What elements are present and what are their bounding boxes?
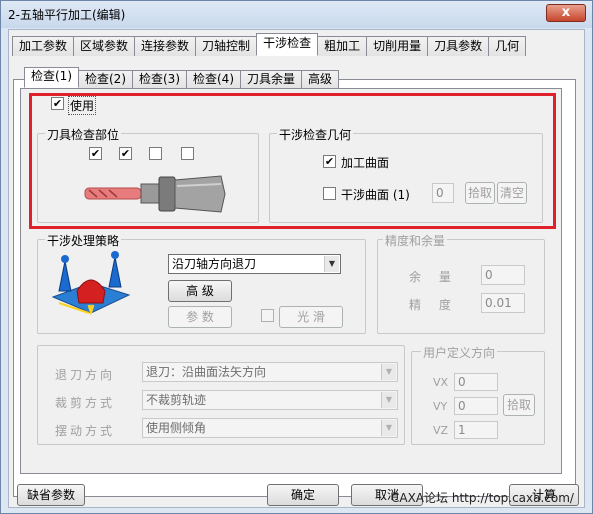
main-tab[interactable]: 区域参数 <box>73 36 136 56</box>
vx-input[interactable]: 0 <box>454 373 498 391</box>
vy-input[interactable]: 0 <box>454 397 498 415</box>
swing-method-select[interactable]: 使用侧倾角 ▼ <box>142 418 398 438</box>
chevron-down-icon[interactable]: ▼ <box>324 256 339 272</box>
advanced-button[interactable]: 高 级 <box>168 280 232 302</box>
sub-tab[interactable]: 检查(4) <box>186 70 241 88</box>
main-tab[interactable]: 刀具参数 <box>427 36 490 56</box>
precision-input[interactable]: 0.01 <box>481 293 525 313</box>
strategy-method-value: 沿刀轴方向退刀 <box>172 257 257 271</box>
vx-label: VX <box>433 376 449 389</box>
params-button[interactable]: 参 数 <box>168 306 232 328</box>
default-params-button[interactable]: 缺省参数 <box>17 484 85 506</box>
main-tab[interactable]: 连接参数 <box>134 36 197 56</box>
swing-method-label: 摆动方式 <box>55 424 116 438</box>
margin-input[interactable]: 0 <box>481 265 525 285</box>
user-direction-title: 用户定义方向 <box>421 344 498 361</box>
sub-tab[interactable]: 高级 <box>301 70 340 88</box>
vz-label: VZ <box>433 424 449 437</box>
main-tab[interactable]: 粗加工 <box>317 36 368 56</box>
strategy-method-select[interactable]: 沿刀轴方向退刀 ▼ <box>168 254 341 274</box>
strategy-diagram <box>51 251 131 316</box>
direction-pick-button[interactable]: 拾取 <box>503 394 535 416</box>
swing-method-value: 使用侧倾角 <box>146 421 207 435</box>
close-button[interactable]: x <box>546 4 586 22</box>
window-title: 2-五轴平行加工(编辑) <box>8 8 126 22</box>
highlight-box <box>29 93 556 229</box>
sub-tab[interactable]: 检查(3) <box>132 70 187 88</box>
vz-input[interactable]: 1 <box>454 421 498 439</box>
watermark-text: CAXA论坛 http://top.caxa.com/ <box>391 491 574 505</box>
main-tab[interactable]: 切削用量 <box>366 36 429 56</box>
precision-label: 精 度 <box>409 298 458 312</box>
trim-method-select[interactable]: 不裁剪轨迹 ▼ <box>142 390 398 410</box>
main-tab[interactable]: 加工参数 <box>12 36 75 56</box>
smooth-button[interactable]: 光 滑 <box>279 306 343 328</box>
sub-tab[interactable]: 检查(2) <box>78 70 133 88</box>
vy-label: VY <box>433 400 448 413</box>
sub-tab[interactable]: 刀具余量 <box>240 70 303 88</box>
dialog-window: 2-五轴平行加工(编辑) x 加工参数 区域参数 连接参数 刀轴控制 干涉检查 粗加工 切削… <box>0 0 593 514</box>
main-tab[interactable]: 几何 <box>488 36 527 56</box>
chevron-down-icon[interactable]: ▼ <box>381 420 396 436</box>
trim-method-value: 不裁剪轨迹 <box>146 393 207 407</box>
main-tab[interactable]: 刀轴控制 <box>195 36 258 56</box>
trim-method-label: 裁剪方式 <box>55 396 116 410</box>
sub-tab-bar: 检查(1) 检查(2) 检查(3) 检查(4) 刀具余量 高级 <box>24 67 340 88</box>
ok-button[interactable]: 确定 <box>267 484 339 506</box>
chevron-down-icon[interactable]: ▼ <box>381 392 396 408</box>
retract-direction-value: 退刀：沿曲面法矢方向 <box>146 365 267 379</box>
retract-direction-label: 退刀方向 <box>55 368 116 382</box>
precision-group <box>377 239 545 334</box>
sub-tab[interactable]: 检查(1) <box>24 67 79 88</box>
title-bar[interactable]: 2-五轴平行加工(编辑) x <box>1 1 592 28</box>
smooth-checkbox[interactable] <box>261 309 274 322</box>
main-tab[interactable]: 干涉检查 <box>256 33 319 56</box>
close-icon: x <box>561 5 571 20</box>
chevron-down-icon[interactable]: ▼ <box>381 364 396 380</box>
retract-direction-select[interactable]: 退刀：沿曲面法矢方向 ▼ <box>142 362 398 382</box>
margin-label: 余 量 <box>409 270 458 284</box>
precision-title: 精度和余量 <box>383 232 448 249</box>
main-tab-bar: 加工参数 区域参数 连接参数 刀轴控制 干涉检查 粗加工 切削用量 刀具参数 几何 <box>12 33 527 56</box>
